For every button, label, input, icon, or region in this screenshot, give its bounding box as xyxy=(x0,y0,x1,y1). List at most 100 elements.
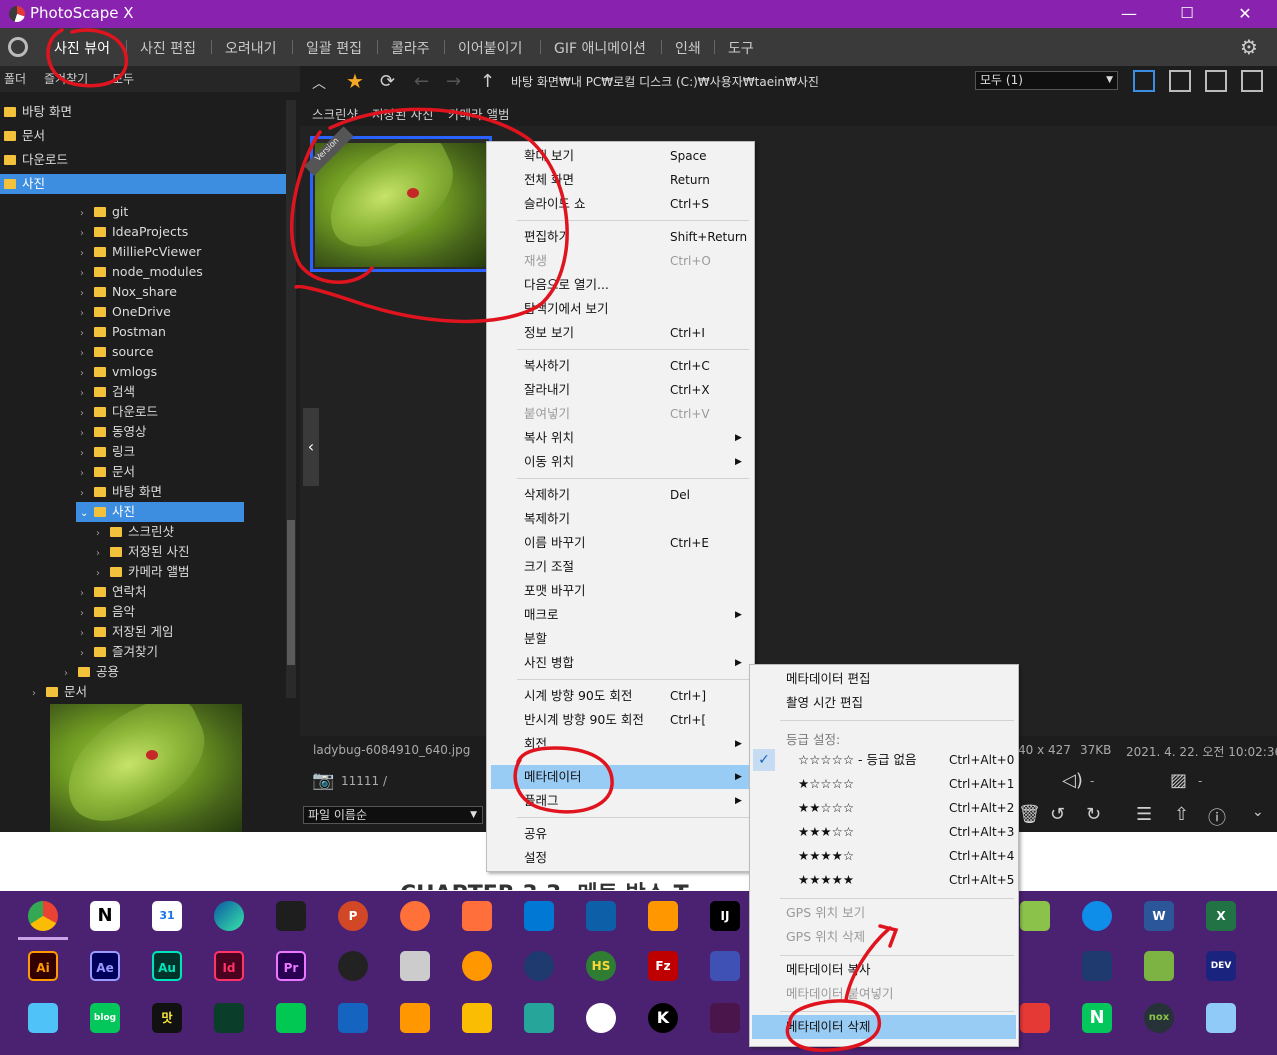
sublime-icon[interactable] xyxy=(648,901,678,931)
menu-combine[interactable]: 이어붙이기 xyxy=(458,38,522,58)
menu-item-move-to[interactable]: 이동 위치 ▶ xyxy=(487,450,754,474)
tree-item[interactable]: › 카메라 앨범 xyxy=(96,562,189,582)
close-button[interactable]: ✕ xyxy=(1216,0,1274,28)
menu-item-merge[interactable]: 사진 병합 ▶ xyxy=(487,651,754,675)
forward-arrow-icon[interactable]: → xyxy=(446,71,461,92)
app-icon[interactable] xyxy=(1020,901,1050,931)
subfolder-screenshot[interactable]: 스크린샷 xyxy=(312,104,358,123)
app-icon[interactable] xyxy=(462,901,492,931)
app-icon[interactable] xyxy=(1082,951,1112,981)
after-effects-icon[interactable]: Ae xyxy=(90,951,120,981)
word-icon[interactable]: W xyxy=(1144,901,1174,931)
menu-collage[interactable]: 콜라주 xyxy=(391,38,430,58)
adjust-sliders-icon[interactable]: ☰ xyxy=(1136,804,1152,825)
camera-icon[interactable]: 📷 xyxy=(312,770,334,791)
submenu-rating-1[interactable]: ★☆☆☆☆ Ctrl+Alt+1 xyxy=(750,772,1018,796)
tree-item[interactable]: › 저장된 사진 xyxy=(96,542,189,562)
up-chevron-icon[interactable]: ︿ xyxy=(312,73,326,93)
menu-item-rotate-cw[interactable]: 시계 방향 90도 회전 Ctrl+] xyxy=(487,684,754,708)
tree-item[interactable]: › 연락처 xyxy=(80,582,147,602)
sort-dropdown[interactable]: 파일 이름순 ▼ xyxy=(303,806,483,824)
tree-scrollbar[interactable] xyxy=(286,100,296,698)
maximize-button[interactable]: ☐ xyxy=(1158,0,1216,28)
tree-item[interactable]: › 문서 xyxy=(80,462,135,482)
tab-folder[interactable]: 폴더 xyxy=(4,70,26,87)
tree-item[interactable]: › 즐겨찾기 xyxy=(80,642,158,662)
tree-item[interactable]: › 동영상 xyxy=(80,422,147,442)
menu-item-edit[interactable]: 편집하기 Shift+Return xyxy=(487,225,754,249)
menu-batch-edit[interactable]: 일괄 편집 xyxy=(306,38,362,58)
app-icon[interactable] xyxy=(28,1003,58,1033)
google-ads-icon[interactable] xyxy=(462,1003,492,1033)
info-icon[interactable]: ⓘ xyxy=(1208,804,1226,830)
submenu-rating-3[interactable]: ★★★☆☆ Ctrl+Alt+3 xyxy=(750,820,1018,844)
tree-item-selected[interactable]: 사진 xyxy=(0,174,286,194)
tree-item[interactable]: 다운로드 xyxy=(4,150,68,170)
menu-item-convert-format[interactable]: 포맷 바꾸기 xyxy=(487,579,754,603)
app-icon[interactable] xyxy=(338,1003,368,1033)
tree-item[interactable]: › source xyxy=(80,342,154,362)
tree-item[interactable]: › OneDrive xyxy=(80,302,171,322)
tree-item[interactable]: 문서 xyxy=(4,126,45,146)
pencil-app-icon[interactable] xyxy=(400,901,430,931)
menu-item-cut[interactable]: 잘라내기 Ctrl+X xyxy=(487,378,754,402)
tree-item-selected-photos[interactable]: ⌄ 사진 xyxy=(76,502,244,522)
menu-item-resize[interactable]: 크기 조절 xyxy=(487,555,754,579)
chrome-icon[interactable] xyxy=(28,901,58,931)
refresh-icon[interactable]: ⟳ xyxy=(380,71,395,92)
tab-all[interactable]: 모두 xyxy=(112,70,134,87)
back-arrow-icon[interactable]: ← xyxy=(414,71,429,92)
figma-icon[interactable] xyxy=(276,901,306,931)
menu-item-metadata[interactable]: 메타데이터 ▶ xyxy=(491,765,750,789)
trash-icon[interactable]: 🗑 xyxy=(1018,804,1041,825)
menu-item-macro[interactable]: 매크로 ▶ xyxy=(487,603,754,627)
menu-item-rotate[interactable]: 회전 ▶ xyxy=(487,732,754,756)
submenu-rating-0[interactable]: ☆☆☆☆☆ - 등급 없음 Ctrl+Alt+0 xyxy=(750,748,1018,772)
tree-item[interactable]: › 바탕 화면 xyxy=(80,482,162,502)
tree-item[interactable]: › 공용 xyxy=(64,662,119,682)
menu-item-slideshow[interactable]: 슬라이드 쇼 Ctrl+S xyxy=(487,192,754,216)
search-app-icon[interactable] xyxy=(1020,951,1050,981)
app-icon[interactable]: 맛 xyxy=(152,1003,182,1033)
network-app-icon[interactable] xyxy=(710,951,740,981)
rotate-right-icon[interactable]: ↻ xyxy=(1086,804,1101,825)
submenu-edit-capture-time[interactable]: 촬영 시간 편집 xyxy=(750,691,1018,715)
naver-blog-icon[interactable]: blog xyxy=(90,1003,120,1033)
menu-gif-animation[interactable]: GIF 애니메이션 xyxy=(554,38,646,58)
app-icon[interactable] xyxy=(1206,1003,1236,1033)
app-icon[interactable] xyxy=(586,901,616,931)
parent-folder-arrow-icon[interactable]: ↑ xyxy=(480,71,495,92)
app-icon[interactable] xyxy=(462,951,492,981)
tree-item[interactable]: › Postman xyxy=(80,322,166,342)
tree-item[interactable]: › vmlogs xyxy=(80,362,157,382)
app-icon[interactable] xyxy=(1020,1003,1050,1033)
edge-icon[interactable] xyxy=(214,901,244,931)
tree-item[interactable]: › 링크 xyxy=(80,442,135,462)
app-icon[interactable] xyxy=(214,1003,244,1033)
menu-item-copy-to[interactable]: 복사 위치 ▶ xyxy=(487,426,754,450)
filezilla-icon[interactable]: Fz xyxy=(648,951,678,981)
single-view-icon[interactable] xyxy=(1205,70,1227,92)
google-calendar-icon[interactable]: 31 xyxy=(152,901,182,931)
expand-chevron-icon[interactable]: ⌄ xyxy=(1252,804,1264,820)
collapse-panel-button[interactable]: ‹ xyxy=(303,408,319,486)
app-icon[interactable] xyxy=(400,951,430,981)
subfolder-camera-album[interactable]: 카메라 앨범 xyxy=(448,104,509,123)
menu-item-rotate-ccw[interactable]: 반시계 방향 90도 회전 Ctrl+[ xyxy=(487,708,754,732)
tree-item[interactable]: › node_modules xyxy=(80,262,203,282)
menu-cutout[interactable]: 오려내기 xyxy=(225,38,277,58)
fullscreen-icon[interactable] xyxy=(1241,70,1263,92)
tree-item[interactable]: › git xyxy=(80,202,128,222)
tree-item[interactable]: › MilliePcViewer xyxy=(80,242,201,262)
devexpress-icon[interactable]: DEV xyxy=(1206,951,1236,981)
k-app-icon[interactable]: K xyxy=(648,1003,678,1033)
submenu-rating-2[interactable]: ★★☆☆☆ Ctrl+Alt+2 xyxy=(750,796,1018,820)
tree-item[interactable]: › 검색 xyxy=(80,382,135,402)
menu-item-duplicate[interactable]: 복제하기 xyxy=(487,507,754,531)
submenu-delete-metadata[interactable]: 메타데이터 삭제 xyxy=(752,1015,1016,1039)
app-icon[interactable] xyxy=(524,951,554,981)
share-upload-icon[interactable]: ⇧ xyxy=(1174,804,1189,825)
vscode-icon[interactable] xyxy=(524,901,554,931)
thumbnail-selected[interactable] xyxy=(310,136,492,272)
menu-item-open-with[interactable]: 다음으로 열기... xyxy=(487,273,754,297)
